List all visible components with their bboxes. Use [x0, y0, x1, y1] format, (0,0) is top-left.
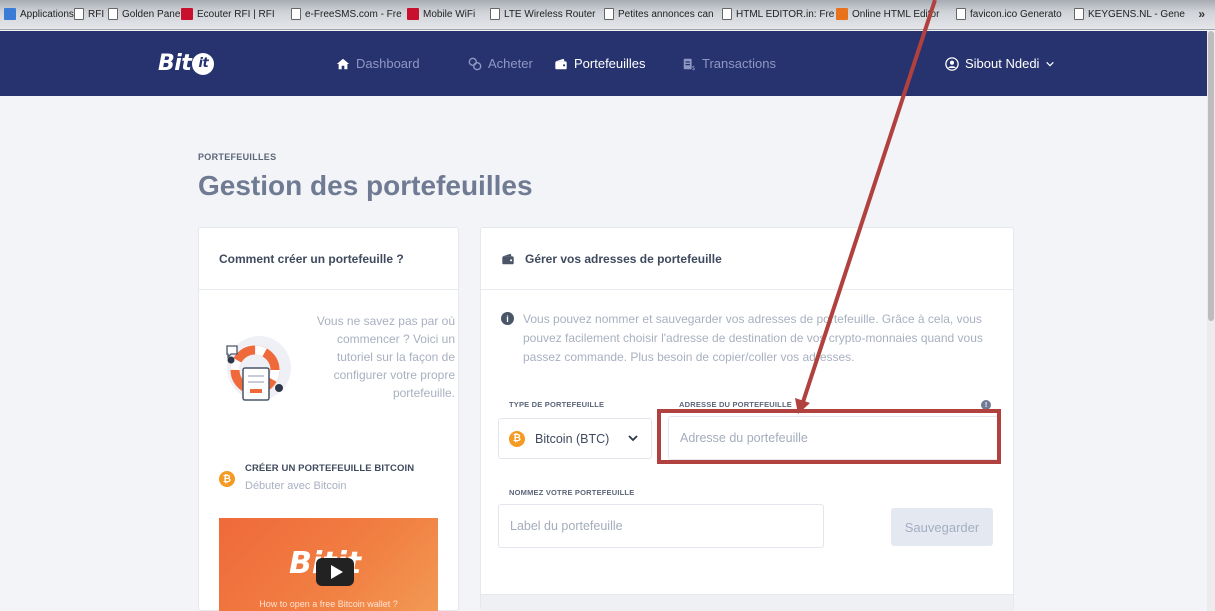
page-eyebrow: PORTEFEUILLES — [198, 152, 277, 162]
nav-portefeuilles[interactable]: Portefeuilles — [554, 56, 646, 71]
manage-wallets-header: Gérer vos adresses de portefeuille — [481, 228, 1013, 290]
bitcoin-icon: ₿ — [509, 430, 525, 447]
howto-card-header: Comment créer un portefeuille ? — [199, 228, 458, 290]
apps-icon — [4, 8, 16, 20]
nav-transactions[interactable]: $ Transactions — [682, 56, 776, 71]
wallet-address-label: ADRESSE DU PORTEFEUILLE — [679, 400, 792, 409]
wallet-name-label: NOMMEZ VOTRE PORTEFEUILLE — [509, 488, 635, 497]
manage-wallets-title: Gérer vos adresses de portefeuille — [525, 251, 722, 266]
info-icon: i — [501, 312, 514, 325]
wallet-name-input[interactable] — [498, 504, 824, 548]
bitit-logo[interactable]: Bit it — [158, 51, 215, 76]
howto-help-text: Vous ne savez pas par où commencer ? Voi… — [316, 314, 455, 400]
home-icon — [336, 58, 350, 69]
howto-card: Comment créer un portefeuille ? Vous ne … — [198, 227, 459, 611]
page-icon — [490, 8, 500, 20]
nav-acheter[interactable]: Acheter — [468, 56, 533, 71]
howto-card-title: Comment créer un portefeuille ? — [219, 251, 404, 266]
exchange-icon — [468, 57, 482, 70]
nav-dashboard[interactable]: Dashboard — [336, 56, 420, 71]
page-icon — [722, 8, 732, 20]
svg-text:$: $ — [692, 65, 696, 71]
bitcoin-icon: ₿ — [219, 471, 235, 487]
bookmark-html-editor[interactable]: HTML EDITOR.in: Fre — [722, 8, 834, 20]
info-text: Vous pouvez nommer et sauvegarder vos ad… — [523, 312, 983, 364]
card-footer — [481, 594, 1013, 611]
wallet-type-label: TYPE DE PORTEFEUILLE — [509, 400, 605, 409]
manage-wallets-card: Gérer vos adresses de portefeuille i Vou… — [480, 227, 1014, 611]
user-name: Sibout Ndedi — [965, 56, 1040, 71]
address-info-icon[interactable]: ! — [981, 400, 991, 410]
bookmark-petites-annonces[interactable]: Petites annonces can — [604, 8, 714, 20]
scrollbar-thumb[interactable] — [1208, 31, 1214, 321]
page-title: Gestion des portefeuilles — [198, 170, 533, 201]
rfi-icon — [181, 8, 193, 20]
user-menu[interactable]: Sibout Ndedi — [945, 56, 1055, 71]
bookmark-rfi-listen[interactable]: Ecouter RFI | RFI — [181, 8, 275, 20]
bookmark-favicon-generator[interactable]: favicon.ico Generato — [956, 8, 1062, 20]
wallet-icon — [502, 253, 514, 264]
user-circle-icon — [945, 56, 959, 71]
video-caption: How to open a free Bitcoin wallet ? — [259, 599, 398, 609]
chevron-down-icon — [1046, 61, 1055, 67]
bookmark-efreesms[interactable]: e-FreeSMS.com - Fre — [291, 8, 402, 20]
logo-mark: it — [192, 52, 215, 75]
html-editor-icon — [836, 8, 848, 20]
wallet-type-value: Bitcoin (BTC) — [535, 431, 610, 446]
page-icon — [108, 8, 118, 20]
create-bitcoin-wallet-link[interactable]: CRÉER UN PORTEFEUILLE BITCOIN — [245, 463, 414, 474]
create-bitcoin-wallet-subtitle: Débuter avec Bitcoin — [245, 480, 347, 492]
page-icon — [1074, 8, 1084, 20]
bookmark-lte-router[interactable]: LTE Wireless Router — [490, 8, 596, 20]
page-icon — [604, 8, 614, 20]
bookmark-keygens[interactable]: KEYGENS.NL - Gene — [1074, 8, 1185, 20]
page-icon — [291, 8, 301, 20]
wallet-address-input[interactable] — [668, 416, 1000, 460]
save-button[interactable]: Sauvegarder — [891, 508, 993, 546]
bookmark-applications[interactable]: Applications — [4, 8, 74, 20]
wallet-icon — [555, 58, 567, 69]
huawei-icon — [407, 8, 419, 20]
bookmarks-bar: Applications RFI Golden Panel Ecouter RF… — [0, 0, 1215, 30]
tutorial-video[interactable]: Bitit How to open a free Bitcoin wallet … — [219, 518, 438, 611]
page-scrollbar[interactable] — [1207, 31, 1215, 611]
chevron-down-icon — [628, 435, 638, 442]
wallet-type-select[interactable]: ₿ Bitcoin (BTC) — [498, 418, 652, 459]
lifebuoy-illustration-icon — [226, 336, 291, 401]
play-icon[interactable] — [316, 558, 354, 586]
bookmark-online-html-editor[interactable]: Online HTML Editor — [836, 8, 939, 20]
page-icon — [74, 8, 84, 20]
bookmark-golden-panel[interactable]: Golden Panel — [108, 8, 183, 20]
page-icon — [956, 8, 966, 20]
bookmark-mobile-wifi[interactable]: Mobile WiFi — [407, 8, 475, 20]
bookmark-rfi[interactable]: RFI — [74, 8, 104, 20]
bookmarks-more-button[interactable]: » — [1198, 7, 1205, 21]
top-nav: Bit it Dashboard Acheter Portefeuilles $ … — [0, 31, 1207, 96]
receipt-icon: $ — [683, 58, 696, 71]
